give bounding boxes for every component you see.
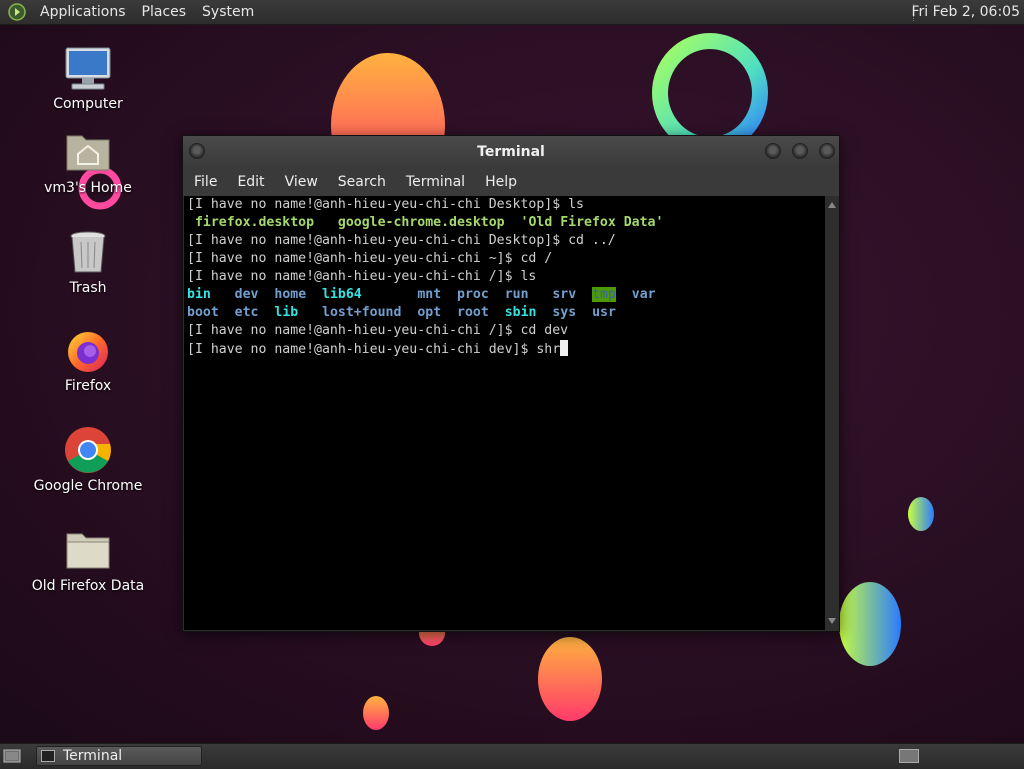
menu-search[interactable]: Search [327,174,395,190]
terminal-output[interactable]: [I have no name!@anh-hieu-yeu-chi-chi De… [184,196,826,630]
clock[interactable]: Fri Feb 2, 06:05 [911,4,1020,20]
show-desktop-icon[interactable] [3,748,21,764]
ls-entry: run [504,287,529,302]
folder-icon [64,526,112,574]
applications-menu[interactable]: Applications [32,4,134,20]
desktop-icon-label: vm3's Home [44,180,132,196]
ls-entry: root [457,305,489,320]
terminal-prompt-line[interactable]: [I have no name!@anh-hieu-yeu-chi-chi de… [184,340,826,358]
terminal-line: [I have no name!@anh-hieu-yeu-chi-chi ~]… [187,251,553,266]
system-menu[interactable]: System [194,4,262,20]
terminal-window: Terminal File Edit View Search Terminal … [182,135,840,632]
ls-entry: var [631,287,656,302]
menu-help[interactable]: Help [474,174,526,190]
firefox-icon [64,326,112,374]
scroll-up-icon[interactable] [828,202,836,208]
desktop-icon-trash[interactable]: Trash [28,228,148,296]
bottom-panel: Terminal [0,743,1024,769]
terminal-line: [I have no name!@anh-hieu-yeu-chi-chi /]… [187,323,569,338]
minimize-button[interactable] [765,143,781,159]
maximize-button[interactable] [792,143,808,159]
ls-entry: usr [592,305,616,320]
menu-view[interactable]: View [274,174,327,190]
terminal-menubar: File Edit View Search Terminal Help [183,168,839,196]
computer-icon [64,44,112,92]
top-panel: Applications Places System Fri Feb 2, 06… [0,0,1024,25]
window-titlebar[interactable]: Terminal [183,136,839,168]
text-cursor [560,340,569,356]
ls-entry: srv [552,287,577,302]
taskbar-button-terminal[interactable]: Terminal [36,746,202,766]
workspace-switcher[interactable] [899,749,919,763]
desktop-icon-label: Trash [69,280,107,296]
ls-entry: google-chrome.desktop [337,215,505,230]
menu-edit[interactable]: Edit [226,174,273,190]
ls-entry: mnt [417,287,442,302]
desktop-icon-label: Old Firefox Data [31,578,145,594]
terminal-line: boot etc lib lost+found opt root sbin sy… [184,304,826,322]
menu-file[interactable]: File [183,174,226,190]
desktop-icon-label: Computer [53,96,123,112]
terminal-line: [I have no name!@anh-hieu-yeu-chi-chi /]… [187,269,537,284]
terminal-line: firefox.desktop google-chrome.desktop 'O… [184,214,826,232]
ls-entry: 'Old Firefox Data' [520,215,664,230]
desktop-icon-label: Google Chrome [33,478,143,494]
ls-entry: tmp [592,287,616,302]
terminal-line: bin dev home lib64 mnt proc run srv tmp … [184,286,826,304]
ls-entry: sbin [504,305,537,320]
chrome-icon [64,426,112,474]
scroll-down-icon[interactable] [828,618,836,624]
trash-icon [64,228,112,276]
ls-entry: proc [457,287,489,302]
desktop-icon-computer[interactable]: Computer [28,44,148,112]
ls-entry: lib64 [322,287,362,302]
ls-entry: dev [234,287,259,302]
ls-entry: boot [187,305,219,320]
desktop-icon-chrome[interactable]: Google Chrome [28,426,148,494]
ls-entry: lib [274,305,299,320]
terminal-scrollbar[interactable] [825,196,838,630]
terminal-line: [I have no name!@anh-hieu-yeu-chi-chi De… [187,197,584,212]
home-folder-icon [64,128,112,176]
window-title: Terminal [477,144,545,160]
gnome-foot-icon[interactable] [8,3,26,21]
ls-entry: home [274,287,307,302]
menu-terminal[interactable]: Terminal [395,174,474,190]
terminal-current-input: [I have no name!@anh-hieu-yeu-chi-chi de… [187,342,561,357]
desktop-icon-firefox[interactable]: Firefox [28,326,148,394]
terminal-line: [I have no name!@anh-hieu-yeu-chi-chi De… [187,233,616,248]
taskbar-label: Terminal [63,748,123,764]
terminal-icon [41,750,55,762]
close-button[interactable] [819,143,835,159]
places-menu[interactable]: Places [134,4,195,20]
ls-entry: firefox.desktop [194,215,315,230]
ls-entry: lost+found [322,305,402,320]
ls-entry: bin [187,287,211,302]
ls-entry: etc [234,305,259,320]
desktop-icon-home[interactable]: vm3's Home [28,128,148,196]
ls-entry: opt [417,305,442,320]
desktop-icon-label: Firefox [64,378,112,394]
ls-entry: sys [552,305,577,320]
desktop-icon-old-firefox-data[interactable]: Old Firefox Data [28,526,148,594]
